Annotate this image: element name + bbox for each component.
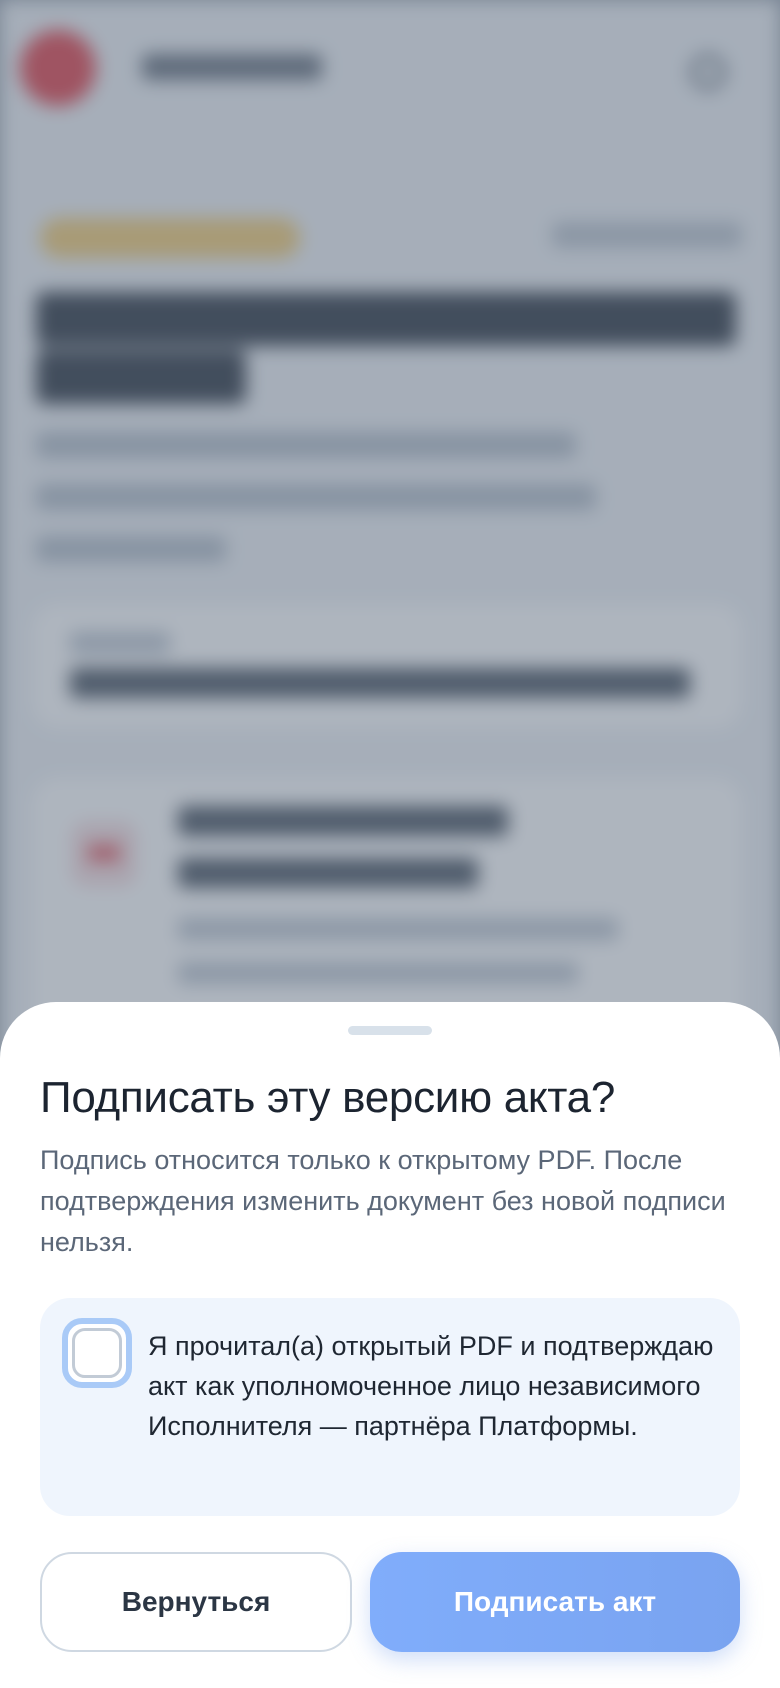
consent-block[interactable]: Я прочитал(а) открытый PDF и подтверждаю… — [40, 1298, 740, 1516]
dialog-title: Подписать эту версию акта? — [40, 1073, 616, 1122]
sign-act-button[interactable]: Подписать акт — [370, 1552, 740, 1652]
sign-confirmation-sheet: Подписать эту версию акта? Подпись относ… — [0, 1002, 780, 1688]
back-button[interactable]: Вернуться — [40, 1552, 352, 1652]
consent-label: Я прочитал(а) открытый PDF и подтверждаю… — [148, 1331, 714, 1441]
drag-handle[interactable] — [348, 1026, 432, 1035]
dialog-description: Подпись относится только к открытому PDF… — [40, 1145, 726, 1257]
consent-checkbox[interactable] — [62, 1318, 132, 1388]
